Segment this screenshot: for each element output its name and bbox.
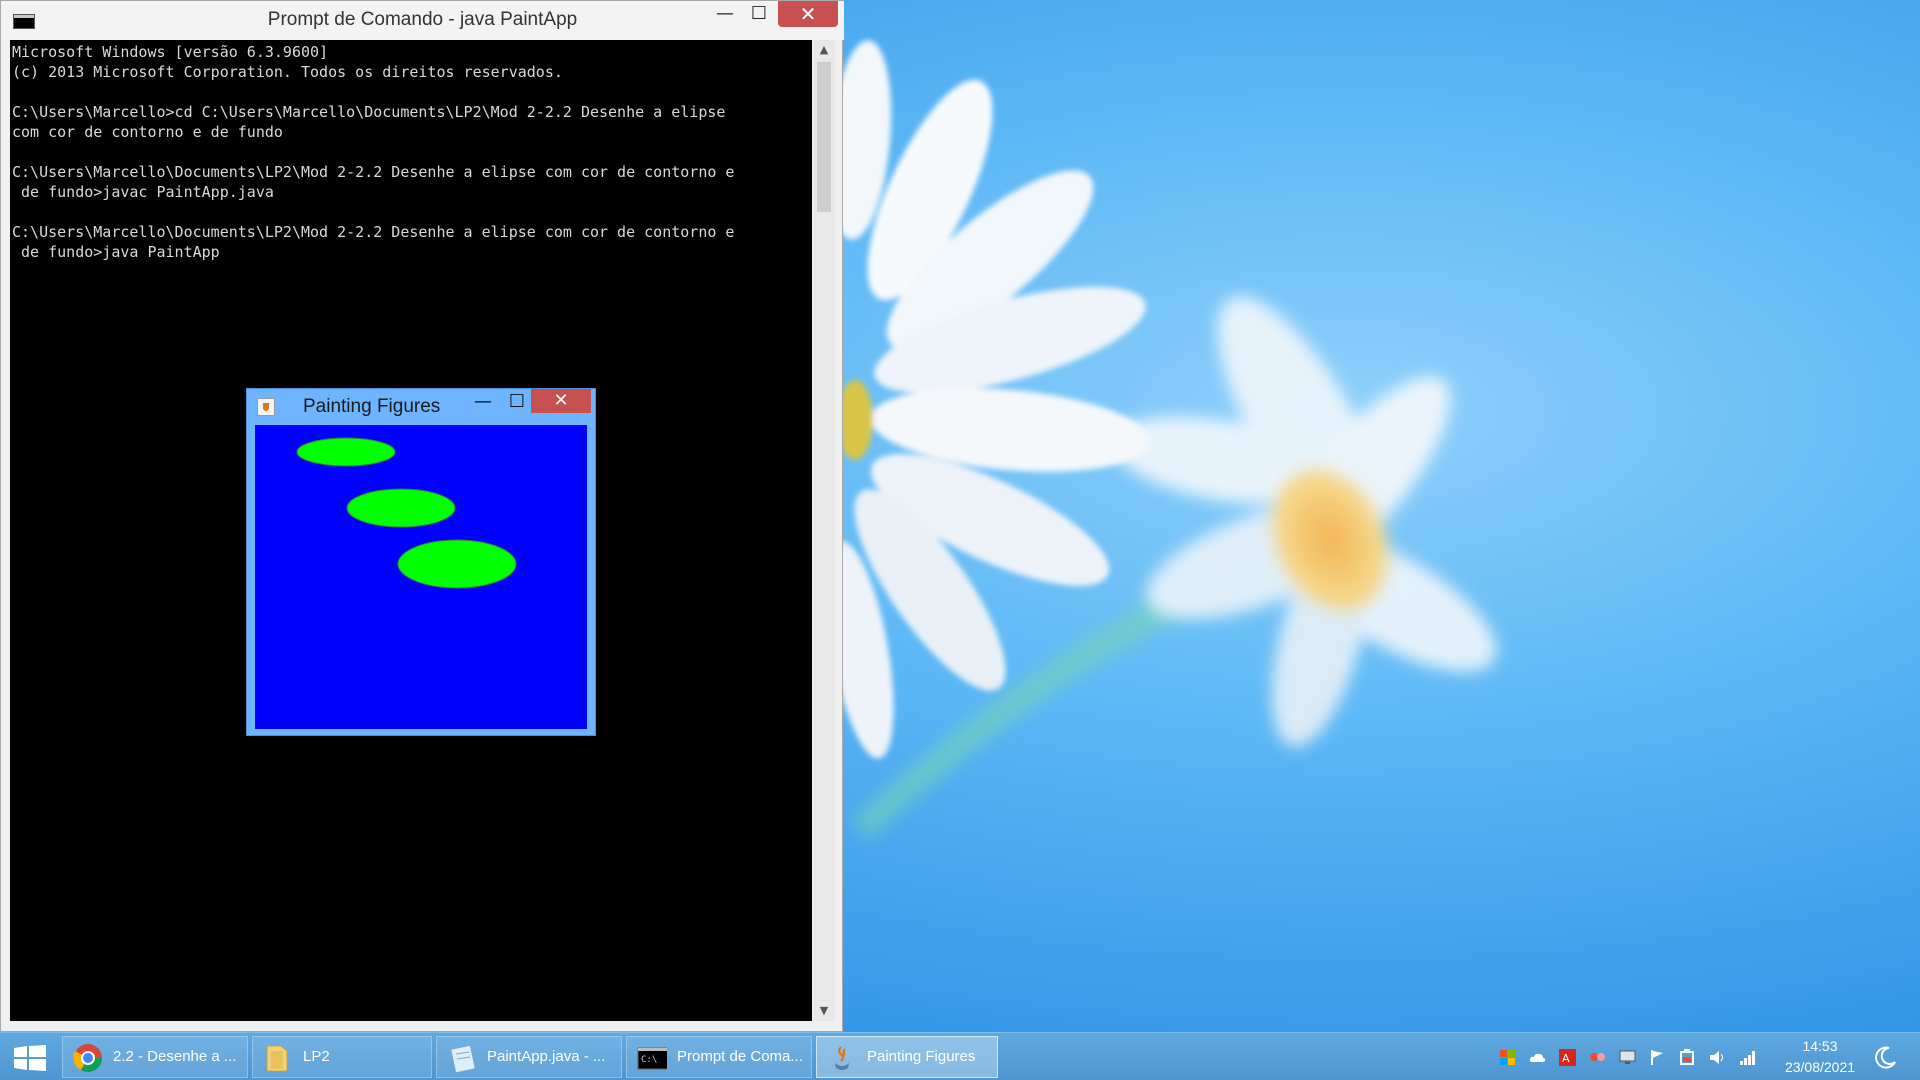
cmd-maximize-button[interactable]: ☐ — [745, 1, 773, 27]
onedrive-cloud-icon[interactable] — [1529, 1049, 1546, 1066]
chrome-icon — [73, 1044, 102, 1072]
java-icon — [835, 1046, 849, 1070]
console-line: Microsoft Windows [versão 6.3.9600] — [12, 43, 329, 61]
java-app-icon[interactable] — [257, 398, 275, 416]
network-signal-icon[interactable] — [1739, 1049, 1756, 1066]
canvas-drawing — [296, 437, 517, 589]
taskbar-label: Painting Figures — [867, 1048, 976, 1065]
console-line: (c) 2013 Microsoft Corporation. Todos os… — [12, 63, 563, 81]
power-battery-icon[interactable] — [1679, 1049, 1696, 1066]
cmd-minimize-button[interactable]: — — [711, 1, 739, 27]
taskbar: 2.2 - Desenhe a ... LP2 PaintApp.java - … — [0, 1032, 1920, 1080]
painting-figures-window[interactable]: Painting Figures — ☐ ✕ — [246, 388, 596, 736]
taskbar-item-chrome[interactable]: 2.2 - Desenhe a ... — [62, 1036, 248, 1078]
folder-icon — [266, 1045, 288, 1072]
scroll-up-arrow-icon[interactable]: ▲ — [813, 40, 835, 60]
svg-text:A: A — [1562, 1052, 1570, 1065]
volume-speaker-icon[interactable] — [1709, 1049, 1726, 1066]
svg-text:C:\: C:\ — [641, 1055, 657, 1065]
windows-logo-icon — [14, 1045, 46, 1071]
display-monitor-icon[interactable] — [1619, 1049, 1636, 1066]
console-line: C:\Users\Marcello>cd C:\Users\Marcello\D… — [12, 103, 726, 121]
clock-time[interactable]: 14:53 — [1780, 1038, 1860, 1054]
console-line: C:\Users\Marcello\Documents\LP2\Mod 2-2.… — [12, 223, 735, 241]
taskbar-label: LP2 — [303, 1048, 330, 1065]
taskbar-label: PaintApp.java - ... — [487, 1048, 606, 1065]
scrollbar-thumb[interactable] — [817, 62, 831, 212]
painting-figures-title: Painting Figures — [303, 396, 441, 417]
tray-app-icon[interactable] — [1499, 1049, 1516, 1066]
console-line: C:\Users\Marcello\Documents\LP2\Mod 2-2.… — [12, 163, 735, 181]
green-ellipse-1 — [296, 437, 396, 467]
painting-figures-titlebar[interactable]: Painting Figures — ☐ ✕ — [247, 389, 595, 425]
tray-network-share-icon[interactable] — [1589, 1049, 1606, 1066]
cmd-close-button[interactable]: ✕ — [778, 1, 838, 27]
taskbar-item-notepad[interactable]: PaintApp.java - ... — [436, 1036, 622, 1078]
start-button[interactable] — [0, 1033, 58, 1080]
adobe-acrobat-icon[interactable]: A — [1559, 1049, 1576, 1066]
scroll-down-arrow-icon[interactable]: ▼ — [813, 1001, 835, 1021]
cmd-icon: C:\ — [637, 1047, 667, 1070]
pf-minimize-button[interactable]: — — [469, 389, 497, 415]
painting-canvas[interactable] — [255, 425, 587, 729]
quiet-hours-moon-icon[interactable] — [1874, 1045, 1898, 1069]
taskbar-item-cmd[interactable]: C:\ Prompt de Coma... — [626, 1036, 812, 1078]
console-line: de fundo>javac PaintApp.java — [12, 183, 274, 201]
taskbar-item-painting-figures[interactable]: Painting Figures — [816, 1036, 998, 1078]
clock-date[interactable]: 23/08/2021 — [1780, 1059, 1860, 1075]
taskbar-label: 2.2 - Desenhe a ... — [113, 1048, 237, 1065]
taskbar-item-explorer[interactable]: LP2 — [252, 1036, 432, 1078]
action-center-flag-icon[interactable] — [1649, 1049, 1666, 1066]
cmd-vertical-scrollbar[interactable]: ▲ ▼ — [813, 40, 835, 1021]
green-ellipse-3 — [397, 539, 517, 589]
cmd-titlebar[interactable]: Prompt de Comando - java PaintApp — ☐ ✕ — [1, 1, 844, 40]
taskbar-label: Prompt de Coma... — [677, 1048, 803, 1065]
pf-maximize-button[interactable]: ☐ — [503, 389, 531, 415]
console-line: de fundo>java PaintApp — [12, 243, 220, 261]
notepad-icon — [450, 1044, 476, 1073]
console-line: com cor de contorno e de fundo — [12, 123, 283, 141]
green-ellipse-2 — [346, 488, 456, 528]
pf-close-button[interactable]: ✕ — [531, 389, 591, 413]
